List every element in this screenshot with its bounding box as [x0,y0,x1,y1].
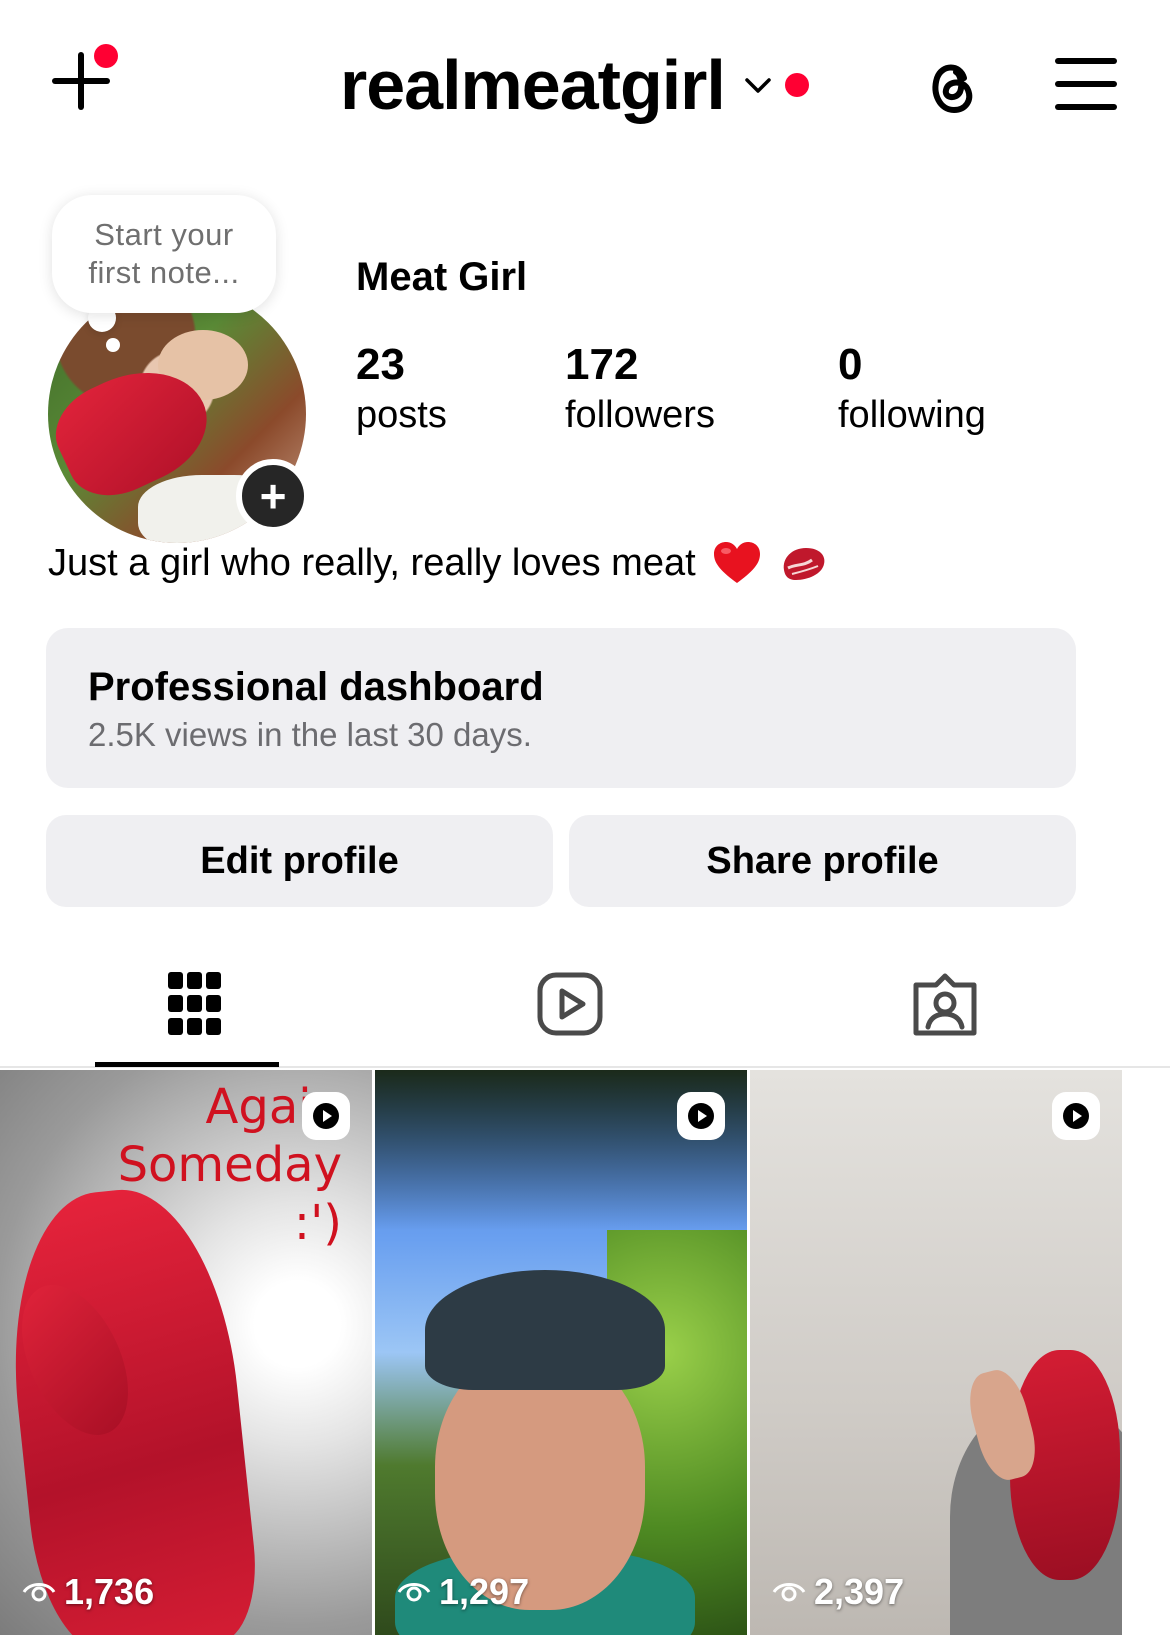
menu-icon-line [1055,104,1117,110]
dashboard-subtitle: 2.5K views in the last 30 days. [88,716,532,753]
view-count: 1,736 [22,1571,154,1613]
posts-grid: Again Someday :') 1,736 1,297 2,397 [0,1070,1170,1635]
post-tile[interactable]: 1,297 [375,1070,747,1635]
stat-value: 172 [565,340,639,389]
tab-posts[interactable] [0,940,390,1068]
reel-badge [302,1092,350,1140]
stat-followers[interactable]: 172 followers [565,340,715,440]
profile-tabs [0,940,1170,1068]
dashboard-title: Professional dashboard [88,665,544,709]
overlay-line: Someday [117,1137,342,1193]
stat-label: followers [565,394,715,436]
note-placeholder-line2: first note... [88,255,240,290]
post-thumbnail-hat [425,1270,665,1390]
heart-emoji [713,542,760,583]
views-icon [397,1583,431,1602]
reel-play-icon [1063,1103,1089,1129]
stat-label: following [838,394,986,436]
account-switcher[interactable]: realmeatgirl [340,40,809,130]
note-placeholder-line1: Start your [94,217,234,252]
professional-dashboard[interactable]: Professional dashboard 2.5K views in the… [46,628,1076,788]
active-tab-indicator [95,1062,279,1067]
steak-emoji [783,548,825,580]
plus-icon-horizontal [52,78,110,84]
reels-icon [537,972,603,1036]
view-count-value: 1,297 [439,1571,530,1612]
post-tile[interactable]: 2,397 [750,1070,1122,1635]
threads-icon[interactable] [920,52,982,118]
menu-icon-line [1055,81,1117,87]
display-name: Meat Girl [356,255,528,299]
note-tail [106,338,120,352]
reel-badge [1052,1092,1100,1140]
stat-value: 0 [838,340,863,389]
tagged-icon [913,973,977,1036]
views-icon [772,1583,806,1602]
post-tile[interactable]: Again Someday :') 1,736 [0,1070,372,1635]
menu-icon-line [1055,58,1117,64]
note-bubble[interactable]: Start your first note... [52,195,276,313]
reel-play-icon [313,1103,339,1129]
share-profile-button[interactable]: Share profile [569,815,1076,907]
reel-badge [677,1092,725,1140]
notification-dot [94,44,118,68]
view-count: 1,297 [397,1571,529,1613]
top-bar: realmeatgirl [0,0,1170,160]
tab-tagged[interactable] [750,940,1140,1068]
chevron-down-icon [745,78,771,93]
edit-profile-button[interactable]: Edit profile [46,815,553,907]
stat-following[interactable]: 0 following [838,340,986,440]
view-count-value: 2,397 [814,1571,905,1612]
stat-label: posts [356,394,447,436]
views-icon [22,1583,56,1602]
reel-play-icon [688,1103,714,1129]
username: realmeatgirl [340,46,726,124]
stat-value: 23 [356,340,405,389]
bio-text: Just a girl who really, really loves mea… [48,541,696,584]
tab-reels[interactable] [375,940,765,1068]
overlay-line: :') [293,1195,342,1251]
stat-posts[interactable]: 23 posts [356,340,447,440]
grid-icon [168,972,221,1035]
avatar[interactable]: + [48,285,310,545]
add-story-button[interactable]: + [236,459,310,533]
bio: Just a girl who really, really loves mea… [48,540,828,586]
create-button[interactable] [50,44,118,112]
view-count: 2,397 [772,1571,904,1613]
notification-dot [784,73,809,97]
view-count-value: 1,736 [64,1571,155,1612]
menu-button[interactable] [1055,58,1117,110]
